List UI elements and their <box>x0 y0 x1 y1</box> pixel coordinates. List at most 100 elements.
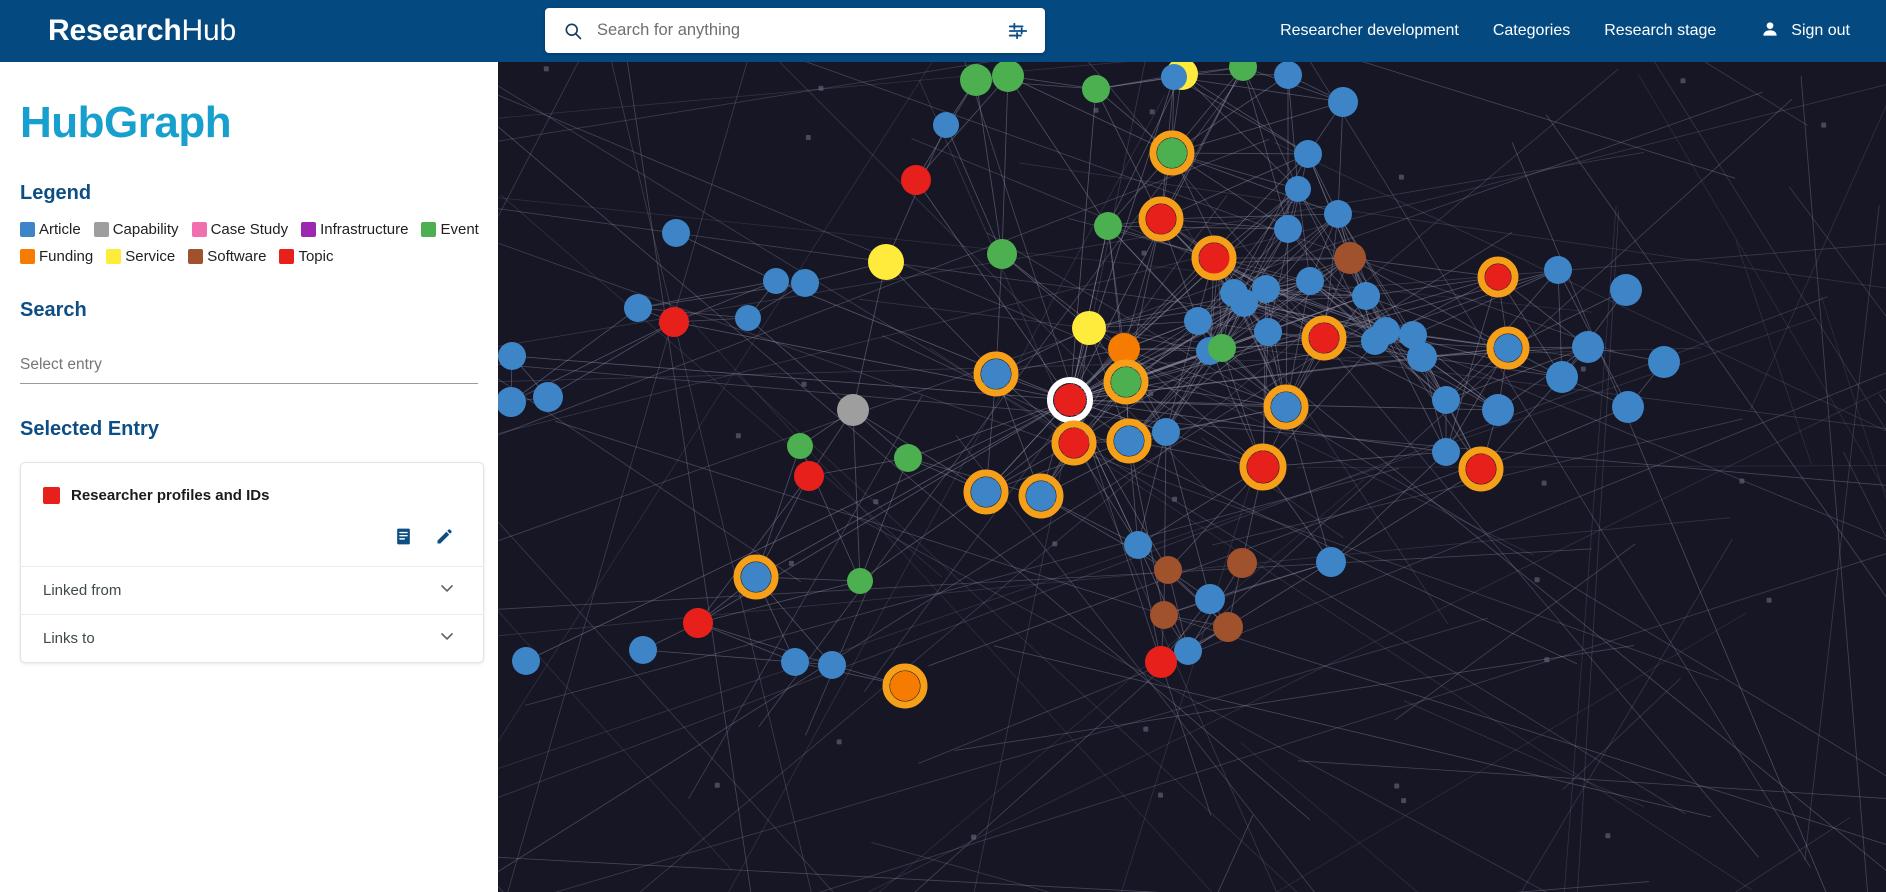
graph-node[interactable] <box>1082 75 1110 103</box>
graph-node[interactable] <box>992 62 1024 92</box>
graph-node[interactable] <box>1145 646 1177 678</box>
graph-node[interactable] <box>1072 311 1106 345</box>
graph-node[interactable] <box>981 359 1011 389</box>
graph-node[interactable] <box>1184 307 1212 335</box>
graph-node[interactable] <box>1146 204 1176 234</box>
graph-node[interactable] <box>960 64 992 96</box>
graph-node[interactable] <box>1161 64 1187 90</box>
graph-node[interactable] <box>1399 321 1427 349</box>
graph-node[interactable] <box>662 219 690 247</box>
graph-node[interactable] <box>763 268 789 294</box>
graph-node[interactable] <box>794 461 824 491</box>
graph-node[interactable] <box>1466 454 1496 484</box>
graph-node[interactable] <box>1111 367 1141 397</box>
graph-node[interactable] <box>1271 392 1301 422</box>
graph-node[interactable] <box>1294 140 1322 168</box>
graph-node[interactable] <box>1316 547 1346 577</box>
graph-node[interactable] <box>1174 637 1202 665</box>
graph-node[interactable] <box>847 568 873 594</box>
graph-node[interactable] <box>1026 481 1056 511</box>
graph-node[interactable] <box>1544 256 1572 284</box>
pencil-icon[interactable] <box>435 526 455 546</box>
graph-node[interactable] <box>1247 451 1279 483</box>
graph-node[interactable] <box>1157 138 1187 168</box>
graph-node[interactable] <box>987 239 1017 269</box>
graph-node[interactable] <box>1220 279 1248 307</box>
graph-node[interactable] <box>1612 391 1644 423</box>
graph-node[interactable] <box>1059 428 1089 458</box>
graph-node[interactable] <box>1213 612 1243 642</box>
graph-node[interactable] <box>624 294 652 322</box>
select-entry-input[interactable] <box>20 352 478 384</box>
filter-sliders-icon[interactable] <box>1005 18 1031 44</box>
graph-node[interactable] <box>1274 215 1302 243</box>
graph-node[interactable] <box>1094 212 1122 240</box>
graph-node[interactable] <box>659 307 689 337</box>
graph-node[interactable] <box>1152 418 1180 446</box>
graph-node[interactable] <box>735 305 761 331</box>
selected-graph-node[interactable] <box>1054 384 1086 416</box>
graph-node[interactable] <box>1195 584 1225 614</box>
graph-node[interactable] <box>1324 200 1352 228</box>
graph-node[interactable] <box>787 433 813 459</box>
graph-node[interactable] <box>1229 62 1257 81</box>
graph-node[interactable] <box>1208 334 1236 362</box>
accordion-links-to[interactable]: Links to <box>21 614 483 662</box>
select-entry-field[interactable] <box>20 352 478 384</box>
accordion-linked-from[interactable]: Linked from <box>21 566 483 614</box>
graph-node[interactable] <box>894 444 922 472</box>
graph-node[interactable] <box>1150 601 1178 629</box>
graph-node[interactable] <box>1154 556 1182 584</box>
brand-logo[interactable]: ResearchHub <box>48 11 236 51</box>
network-graph-canvas[interactable] <box>498 62 1886 892</box>
legend-label-capability: Capability <box>112 221 179 238</box>
graph-node[interactable] <box>1328 87 1358 117</box>
document-icon[interactable] <box>394 527 413 546</box>
graph-node[interactable] <box>1494 334 1522 362</box>
graph-node[interactable] <box>933 112 959 138</box>
graph-node[interactable] <box>1296 267 1324 295</box>
graph-node[interactable] <box>1361 327 1389 355</box>
graph-node[interactable] <box>1309 323 1339 353</box>
search-input[interactable] <box>597 21 1005 40</box>
graph-node[interactable] <box>498 387 526 417</box>
graph-node[interactable] <box>1114 426 1144 456</box>
graph-node[interactable] <box>741 562 771 592</box>
global-search-box[interactable] <box>545 8 1045 53</box>
graph-node[interactable] <box>1124 531 1152 559</box>
graph-node[interactable] <box>1482 394 1514 426</box>
graph-node[interactable] <box>1352 282 1380 310</box>
legend: Article Capability Case Study Infrastruc… <box>20 221 479 265</box>
nav-item-researcher-development[interactable]: Researcher development <box>1280 22 1459 40</box>
sign-out-button[interactable]: Sign out <box>1760 19 1850 44</box>
graph-node[interactable] <box>971 477 1001 507</box>
graph-node[interactable] <box>1648 346 1680 378</box>
graph-node[interactable] <box>1610 274 1642 306</box>
graph-node[interactable] <box>512 647 540 675</box>
graph-node[interactable] <box>1546 361 1578 393</box>
graph-node[interactable] <box>901 165 931 195</box>
graph-node[interactable] <box>1254 318 1282 346</box>
nav-item-research-stage[interactable]: Research stage <box>1604 22 1716 40</box>
graph-node[interactable] <box>1485 264 1511 290</box>
graph-node[interactable] <box>837 394 869 426</box>
graph-node[interactable] <box>498 342 526 370</box>
graph-node[interactable] <box>1199 243 1229 273</box>
graph-node[interactable] <box>683 608 713 638</box>
graph-node[interactable] <box>533 382 563 412</box>
graph-node[interactable] <box>1227 548 1257 578</box>
graph-node[interactable] <box>1285 176 1311 202</box>
graph-svg[interactable] <box>498 62 1886 892</box>
graph-node[interactable] <box>818 651 846 679</box>
nav-item-categories[interactable]: Categories <box>1493 22 1570 40</box>
graph-node[interactable] <box>1334 242 1366 274</box>
graph-node[interactable] <box>791 269 819 297</box>
graph-node[interactable] <box>629 636 657 664</box>
graph-node[interactable] <box>1432 386 1460 414</box>
graph-node[interactable] <box>1572 331 1604 363</box>
graph-node[interactable] <box>1432 438 1460 466</box>
graph-node[interactable] <box>890 671 920 701</box>
graph-node[interactable] <box>868 244 904 280</box>
graph-node[interactable] <box>781 648 809 676</box>
graph-node[interactable] <box>1274 62 1302 89</box>
